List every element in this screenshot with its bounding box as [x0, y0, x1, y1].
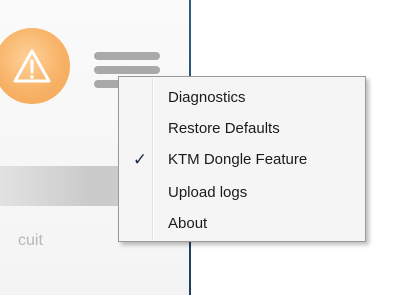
- menu-item-label: About: [168, 215, 208, 232]
- partial-label: cuit: [18, 232, 43, 249]
- menu-item-diagnostics[interactable]: Diagnostics: [121, 83, 363, 113]
- menu-item-label: Diagnostics: [168, 89, 246, 106]
- menu-item-label: Upload logs: [168, 184, 248, 201]
- menu-item-label: KTM Dongle Feature: [168, 151, 308, 168]
- context-menu: Diagnostics Restore Defaults ✓ KTM Dongl…: [118, 76, 366, 242]
- menu-item-upload-logs[interactable]: Upload logs: [121, 178, 363, 208]
- menu-item-restore-defaults[interactable]: Restore Defaults: [121, 114, 363, 144]
- menu-item-ktm-dongle-feature[interactable]: ✓ KTM Dongle Feature: [121, 145, 363, 175]
- menu-item-label: Restore Defaults: [168, 120, 280, 137]
- warning-icon: [13, 49, 51, 83]
- menu-item-about[interactable]: About: [121, 209, 363, 239]
- checkmark-icon: ✓: [132, 150, 148, 169]
